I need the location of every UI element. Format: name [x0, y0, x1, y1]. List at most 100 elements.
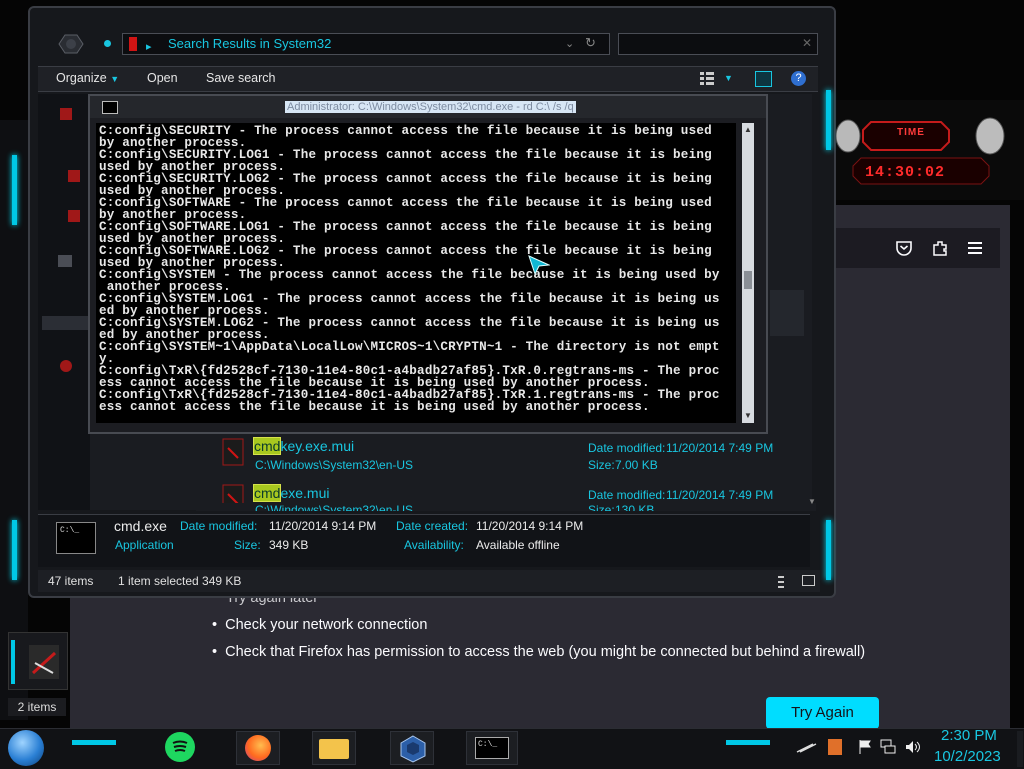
console-line: C:config\SYSTEM~1\AppData\LocalLow\MICRO…: [99, 340, 720, 354]
taskbar-explorer-button[interactable]: [312, 731, 356, 765]
recent-pages-icon[interactable]: [104, 40, 111, 47]
start-orb[interactable]: [8, 730, 44, 766]
console-output[interactable]: C:config\SECURITY - The process cannot a…: [96, 123, 736, 423]
nav-item-icon[interactable]: [60, 360, 72, 372]
nav-item-icon[interactable]: [68, 210, 80, 222]
nav-item-icon[interactable]: [58, 255, 72, 267]
frame-accent: [826, 520, 831, 580]
view-options-icon[interactable]: [700, 71, 714, 85]
address-text: Search Results in System32: [168, 36, 332, 51]
search-input[interactable]: [618, 33, 818, 55]
left-panel-count: 2 items: [8, 698, 66, 716]
pocket-icon[interactable]: [895, 240, 913, 256]
firefox-bullet-text: Check your network connection: [225, 617, 428, 633]
file-row-clip: C:\Windows\System32\en-US Size: 130 KB: [196, 503, 816, 511]
detail-filename: cmd.exe: [114, 518, 167, 534]
frame-accent: [12, 520, 17, 580]
detail-availability-value: Available offline: [476, 538, 560, 552]
virtualbox-icon: [400, 735, 426, 763]
console-app-icon: [102, 101, 118, 114]
console-scrollbar[interactable]: ▲ ▼: [742, 123, 754, 423]
console-scroll-up-icon[interactable]: ▲: [744, 125, 752, 134]
left-panel-thumbnail[interactable]: [8, 632, 68, 690]
file-item-name[interactable]: cmdkey.exe.mui: [252, 437, 355, 455]
detail-modified-label: Date modified:: [180, 519, 258, 533]
file-item-name[interactable]: cmdexe.mui: [252, 484, 330, 502]
organize-button[interactable]: Organize ▼: [56, 71, 119, 85]
search-highlight: cmd: [252, 484, 282, 502]
address-arrow-icon[interactable]: ▸: [146, 40, 152, 53]
console-line: ess cannot access the file because it is…: [99, 400, 650, 414]
view-dropdown-icon[interactable]: ▼: [724, 73, 733, 83]
nav-item-icon[interactable]: [60, 108, 72, 120]
nav-item-selected[interactable]: [42, 316, 90, 330]
widget-clock: 14:30:02: [865, 164, 946, 181]
file-item-path: C:\Windows\System32\en-US: [255, 458, 414, 472]
clear-search-icon[interactable]: ✕: [802, 36, 812, 50]
refresh-icon[interactable]: ↻: [585, 35, 596, 51]
file-size-label: Size:: [588, 458, 615, 472]
search-folder-icon: [129, 37, 137, 51]
help-icon[interactable]: ?: [791, 71, 806, 86]
save-search-button[interactable]: Save search: [206, 71, 275, 85]
file-date-label: Date modified:: [588, 488, 666, 502]
file-size-value: 7.00 KB: [615, 458, 658, 472]
detail-modified-value: 11/20/2014 9:14 PM: [269, 519, 377, 533]
cmd-file-icon: C:\_: [56, 522, 96, 554]
file-explorer-icon: [319, 739, 349, 759]
tray-clock-date[interactable]: 10/2/2023: [934, 748, 1001, 765]
file-item-path: C:\Windows\System32\en-US: [255, 503, 414, 511]
details-view-icon[interactable]: [778, 575, 784, 588]
mui-file-icon: [222, 438, 244, 466]
taskbar-virtualbox-button[interactable]: [390, 731, 434, 765]
detail-created-value: 11/20/2014 9:14 PM: [476, 519, 584, 533]
organize-label: Organize: [56, 71, 107, 85]
status-selection: 1 item selected 349 KB: [118, 574, 242, 588]
cmd-icon: C:\_: [475, 737, 509, 759]
console-scroll-down-icon[interactable]: ▼: [744, 411, 752, 420]
widget-label: TIME: [897, 127, 925, 138]
frame-accent: [12, 155, 17, 225]
notification-app-icon[interactable]: [828, 739, 842, 755]
chevron-down-icon: ▼: [110, 74, 120, 84]
spotify-icon[interactable]: [165, 732, 195, 762]
detail-created-label: Date created:: [396, 519, 469, 533]
detail-type: Application: [115, 538, 174, 552]
show-desktop-button[interactable]: [1017, 731, 1023, 767]
nav-item-icon[interactable]: [68, 170, 80, 182]
file-name-rest: exe.mui: [280, 485, 330, 501]
content-scroll-thumb[interactable]: [770, 290, 804, 336]
frame-accent: [826, 90, 831, 150]
navigation-pane[interactable]: [38, 94, 90, 510]
volume-icon[interactable]: [905, 740, 921, 754]
search-highlight: cmd: [252, 437, 282, 455]
clock-widget: TIME 14:30:02: [835, 100, 1024, 200]
file-name-rest: key.exe.mui: [280, 438, 355, 454]
network-icon[interactable]: [880, 738, 896, 754]
scroll-down-icon[interactable]: ▼: [808, 497, 816, 506]
file-date-value: 11/20/2014 7:49 PM: [666, 488, 774, 502]
left-accent: [11, 640, 15, 684]
file-date-value: 11/20/2014 7:49 PM: [666, 441, 774, 455]
tray-clock-time[interactable]: 2:30 PM: [941, 727, 997, 744]
taskbar-cmd-button[interactable]: C:\_: [466, 731, 518, 765]
mouse-cursor-icon: [528, 255, 551, 276]
file-size-value: 130 KB: [615, 503, 655, 511]
console-scroll-thumb[interactable]: [744, 271, 752, 289]
preview-pane-icon[interactable]: [755, 71, 772, 87]
large-icons-view-icon[interactable]: [802, 575, 815, 586]
menu-icon[interactable]: [968, 241, 984, 255]
back-forward-icon[interactable]: [55, 32, 85, 56]
open-button[interactable]: Open: [147, 71, 178, 85]
status-item-count: 47 items: [48, 574, 94, 588]
detail-availability-label: Availability:: [404, 538, 464, 552]
try-again-button[interactable]: Try Again: [766, 697, 879, 729]
taskbar-firefox-button[interactable]: [236, 731, 280, 765]
show-hidden-icons[interactable]: [795, 740, 817, 754]
address-dropdown-icon[interactable]: ⌄: [565, 37, 574, 50]
taskbar-accent: [726, 740, 770, 745]
extensions-icon[interactable]: [931, 239, 949, 257]
firefox-icon: [245, 735, 271, 761]
action-center-flag-icon[interactable]: [858, 739, 872, 755]
firefox-bullet-text: Check that Firefox has permission to acc…: [225, 644, 866, 660]
